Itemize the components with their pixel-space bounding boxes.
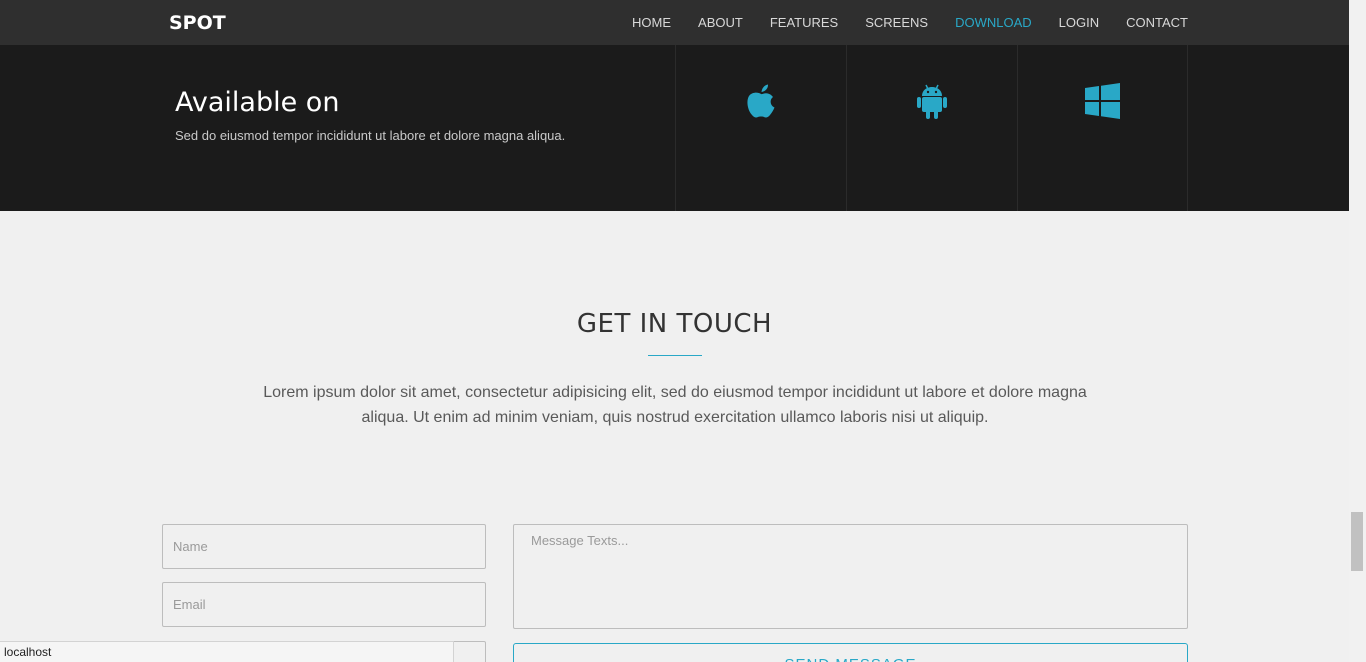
email-field[interactable] — [162, 582, 486, 627]
name-field[interactable] — [162, 524, 486, 569]
nav-item-contact[interactable]: CONTACT — [1126, 15, 1188, 30]
navbar: SPOT HOME ABOUT FEATURES SCREENS DOWNLOA… — [0, 0, 1349, 45]
available-title: Available on — [175, 87, 340, 118]
contact-text: Lorem ipsum dolor sit amet, consectetur … — [263, 384, 1087, 426]
contact-title: GET IN TOUCH — [576, 309, 773, 339]
scrollbar[interactable] — [1349, 0, 1366, 662]
available-section: Available on Sed do eiusmod tempor incid… — [0, 45, 1349, 211]
page: SPOT HOME ABOUT FEATURES SCREENS DOWNLOA… — [0, 0, 1349, 662]
nav-item-features[interactable]: FEATURES — [770, 15, 838, 30]
platform-windows[interactable] — [1017, 45, 1188, 211]
nav-item-login[interactable]: LOGIN — [1059, 15, 1099, 30]
platform-apple[interactable] — [675, 45, 846, 211]
nav-item-download[interactable]: DOWNLOAD — [955, 15, 1032, 30]
browser-status-bar: localhost — [0, 641, 454, 662]
apple-icon — [747, 84, 775, 118]
available-subtitle: Sed do eiusmod tempor incididunt ut labo… — [175, 128, 566, 143]
nav-menu: HOME ABOUT FEATURES SCREENS DOWNLOAD LOG… — [605, 0, 1188, 45]
title-divider — [648, 355, 702, 356]
android-icon — [917, 84, 947, 119]
send-message-button[interactable]: SEND MESSAGE — [513, 643, 1188, 662]
platform-android[interactable] — [846, 45, 1017, 211]
nav-item-home[interactable]: HOME — [632, 15, 671, 30]
windows-icon — [1085, 83, 1120, 119]
nav-item-screens[interactable]: SCREENS — [865, 15, 928, 30]
message-field[interactable] — [513, 524, 1188, 629]
scrollbar-thumb[interactable] — [1351, 512, 1363, 571]
logo[interactable]: SPOT — [169, 13, 226, 33]
nav-item-about[interactable]: ABOUT — [698, 15, 743, 30]
